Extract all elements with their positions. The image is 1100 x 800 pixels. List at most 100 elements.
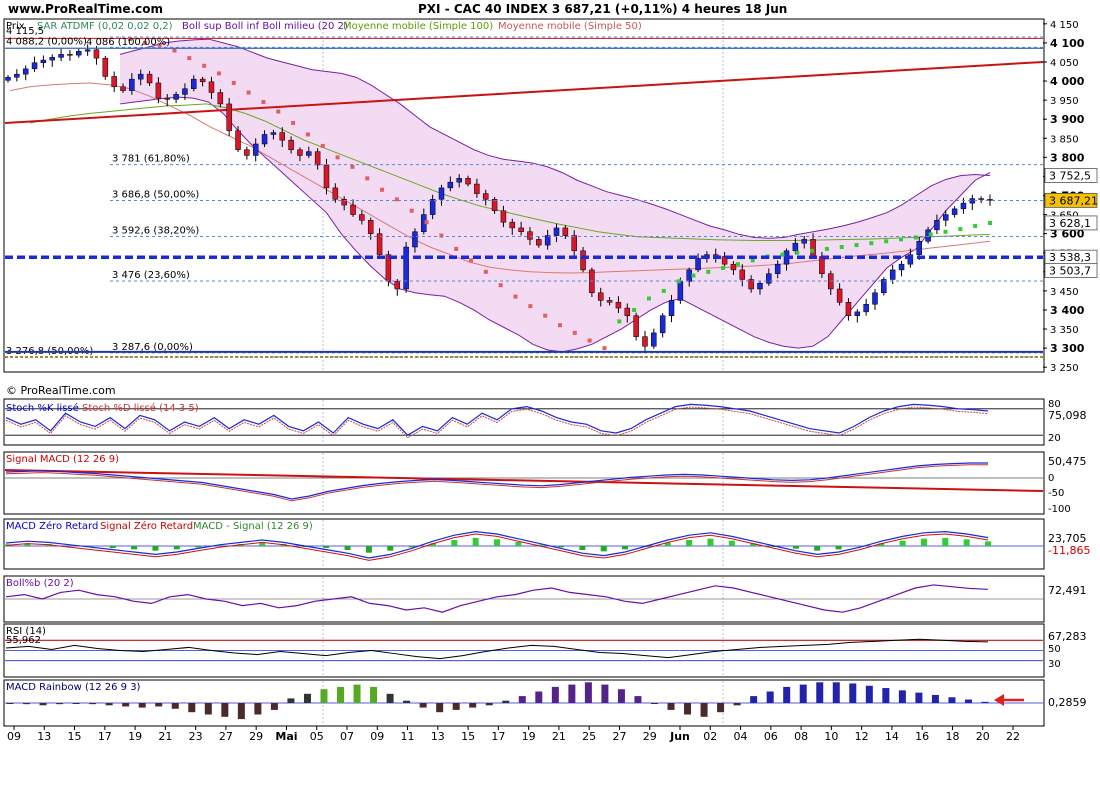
macdzr-bar	[622, 546, 629, 550]
rainbow-bar	[303, 693, 311, 703]
macdzr-bar	[365, 546, 372, 553]
legend-boll: Boll sup Boll inf Boll milieu (20 2)	[182, 21, 348, 32]
rainbow-bar	[436, 703, 444, 713]
macdzr-bar	[985, 541, 991, 546]
x-tick-label: 21	[552, 730, 566, 743]
sar-dot	[454, 246, 459, 251]
x-tick-label: 19	[522, 730, 536, 743]
y-tick-label: 4 000	[1050, 75, 1085, 88]
candle-body	[668, 300, 675, 316]
sar-dot	[721, 265, 726, 270]
candle-body	[642, 336, 648, 347]
fib-label: 4 088,2 (0,00%)	[6, 36, 87, 47]
rainbow-bar	[6, 703, 14, 704]
sar-dot	[632, 307, 637, 312]
candle-body	[350, 204, 356, 215]
macd-tick-m50: -50	[1048, 488, 1064, 499]
macdzr-bar	[387, 546, 394, 551]
candle-body	[93, 49, 100, 59]
rainbow-bar	[783, 686, 791, 703]
candle-body	[252, 143, 259, 156]
x-tick-label: 08	[794, 730, 808, 743]
rainbow-bar	[188, 703, 196, 713]
rainbow-bar	[700, 703, 708, 717]
rsi-top-value: 55,962	[6, 635, 41, 646]
macdzr-bar	[835, 546, 842, 550]
rainbow-bar	[337, 686, 345, 703]
rainbow-bar	[419, 703, 427, 708]
sar-dot	[973, 224, 978, 229]
candle-body	[438, 187, 445, 200]
rainbow-bar	[155, 703, 163, 707]
rainbow-bar	[72, 703, 80, 704]
sar-dot	[884, 239, 889, 244]
candle-body	[774, 263, 781, 274]
rainbow-bar	[584, 682, 592, 703]
candle-body	[606, 300, 613, 303]
candle-body	[120, 86, 126, 91]
sar-dot	[572, 330, 577, 335]
fib-label: 3 592,6 (38,20%)	[112, 225, 199, 236]
macdzr-bar	[899, 540, 906, 546]
candle-body	[562, 227, 569, 236]
fib-label: 3 476 (23,60%)	[112, 270, 190, 281]
candle-body	[801, 239, 807, 244]
x-tick-label: 15	[68, 730, 82, 743]
rainbow-bar	[684, 703, 692, 715]
stoch-value: 75,098	[1048, 409, 1087, 422]
macd-value: 50,475	[1048, 455, 1087, 468]
rainbow-bar	[898, 690, 906, 703]
x-tick-label: 25	[582, 730, 596, 743]
candle-body	[677, 281, 684, 301]
sar-dot	[231, 80, 236, 85]
sar-dot	[750, 258, 755, 263]
rainbow-bar	[601, 684, 609, 703]
rainbow-bar	[23, 703, 31, 705]
rsi-tick-30: 30	[1048, 659, 1061, 670]
candle-body	[22, 68, 29, 75]
sar-dot	[409, 208, 414, 213]
candle-body	[5, 76, 11, 81]
candle-body	[279, 132, 286, 141]
x-tick-label: 17	[98, 730, 112, 743]
rainbow-bar	[320, 689, 328, 703]
sar-dot	[424, 220, 429, 225]
y-tick-label: 4 100	[1050, 37, 1085, 50]
chart-canvas[interactable]: 4 115,54 088,2 (0,00%) 4 086 (100,00%)3 7…	[0, 0, 1100, 800]
candle-body	[766, 273, 772, 284]
legend-prix: Prix	[6, 21, 25, 32]
candle-body	[31, 62, 38, 70]
rainbow-bar	[733, 703, 741, 706]
sar-dot	[498, 283, 503, 288]
candle-body	[845, 302, 852, 316]
x-tick-label: 12	[855, 730, 869, 743]
rainbow-bar	[634, 696, 642, 703]
y-tick-label: 4 150	[1050, 20, 1079, 31]
rainbow-bar	[964, 699, 972, 703]
x-tick-label: 14	[885, 730, 899, 743]
candle-body	[261, 134, 268, 145]
macd-tick-m100: -100	[1048, 504, 1071, 515]
rainbow-bar	[485, 703, 493, 706]
candle-body	[14, 73, 20, 78]
macdzr-bar	[942, 538, 949, 546]
sar-dot	[928, 232, 933, 237]
candle-body	[978, 198, 984, 200]
macd-tick-0: 0	[1048, 473, 1054, 484]
candle-body	[482, 193, 489, 200]
sar-dot	[320, 143, 325, 148]
bollb-label: Boll%b (20 2)	[6, 578, 74, 589]
rainbow-bar	[403, 700, 411, 703]
candle-body	[288, 139, 294, 150]
sar-dot	[988, 220, 992, 225]
candle-body	[182, 88, 188, 95]
bollb-value: 72,491	[1048, 584, 1087, 597]
y-tick-label: 3 400	[1050, 304, 1085, 317]
x-tick-label: Jun	[669, 730, 690, 743]
rainbow-bar	[56, 703, 64, 705]
rainbow-bar	[518, 696, 526, 703]
rainbow-bar	[39, 703, 47, 706]
rainbow-bar	[122, 703, 130, 707]
macdzr-bar	[259, 542, 266, 546]
x-tick-label: 16	[915, 730, 929, 743]
